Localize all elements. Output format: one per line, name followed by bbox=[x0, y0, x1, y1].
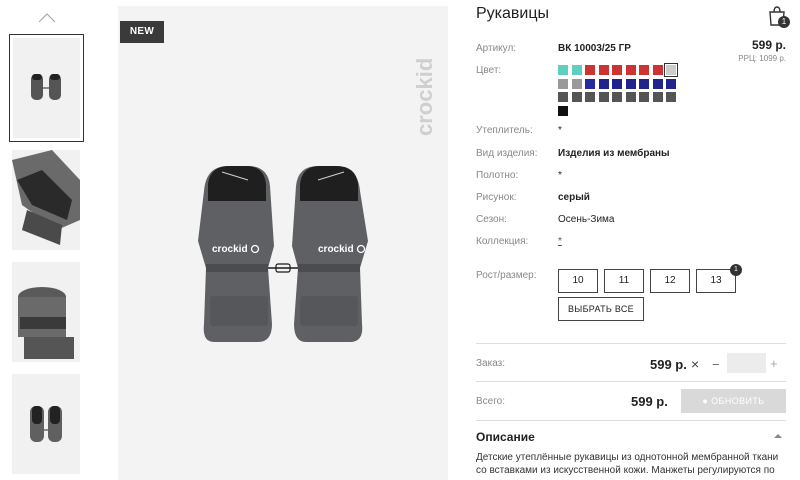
article-label: Артикул: bbox=[476, 43, 517, 54]
thumbnail-2[interactable] bbox=[12, 150, 80, 250]
mitten-cuff-image bbox=[12, 262, 80, 362]
season-label: Сезон: bbox=[476, 214, 507, 225]
collection-value[interactable]: * bbox=[558, 236, 562, 247]
product-title: Рукавицы bbox=[476, 5, 550, 22]
color-swatch[interactable] bbox=[585, 92, 595, 102]
color-swatch[interactable] bbox=[639, 92, 649, 102]
article-value: ВК 10003/25 ГР bbox=[558, 43, 631, 54]
description-title: Описание bbox=[476, 430, 535, 444]
season-value: Осень-Зима bbox=[558, 214, 615, 225]
color-swatch[interactable] bbox=[558, 65, 568, 75]
quantity-input[interactable] bbox=[727, 353, 766, 373]
color-swatch[interactable] bbox=[612, 65, 622, 75]
description-text: Детские утеплённые рукавицы из однотонно… bbox=[476, 452, 779, 476]
color-swatch[interactable] bbox=[666, 92, 676, 102]
color-swatch[interactable] bbox=[571, 65, 582, 75]
cart-icon: ● bbox=[702, 396, 709, 406]
color-swatch[interactable] bbox=[558, 92, 568, 102]
color-swatch[interactable] bbox=[598, 78, 609, 89]
select-all-button[interactable]: ВЫБРАТЬ ВСЕ bbox=[558, 297, 644, 321]
color-swatch[interactable] bbox=[612, 78, 622, 89]
color-swatch[interactable] bbox=[625, 78, 636, 89]
color-swatch[interactable] bbox=[558, 105, 568, 116]
insulation-label: Утеплитель: bbox=[476, 125, 533, 136]
svg-text:crockid: crockid bbox=[318, 244, 354, 255]
color-swatch[interactable] bbox=[652, 65, 663, 75]
mittens-back-image bbox=[12, 374, 80, 474]
fabric-value: * bbox=[558, 170, 562, 181]
insulation-value: * bbox=[558, 125, 562, 136]
increase-quantity-button[interactable]: + bbox=[770, 356, 778, 371]
divider bbox=[476, 381, 786, 382]
size-option[interactable]: 12 bbox=[650, 269, 690, 293]
color-swatch[interactable] bbox=[666, 78, 676, 89]
mittens-image: crockid crockid bbox=[198, 166, 368, 342]
update-button-label: ОБНОВИТЬ bbox=[711, 396, 765, 406]
thumbnail-gallery bbox=[0, 0, 90, 480]
size-option[interactable]: 11 bbox=[604, 269, 644, 293]
mitten-detail-image bbox=[12, 150, 80, 250]
fabric-label: Полотно: bbox=[476, 170, 519, 181]
color-swatch[interactable] bbox=[652, 92, 663, 102]
pattern-value: серый bbox=[558, 192, 590, 203]
order-label: Заказ: bbox=[476, 358, 506, 369]
order-price: 599 р. bbox=[650, 357, 687, 372]
collection-label: Коллекция: bbox=[476, 236, 529, 247]
color-swatch[interactable] bbox=[558, 78, 568, 89]
color-swatch[interactable] bbox=[625, 92, 636, 102]
decrease-quantity-button[interactable]: − bbox=[712, 357, 720, 372]
chevron-up-icon[interactable] bbox=[774, 432, 782, 440]
svg-text:crockid: crockid bbox=[212, 244, 248, 255]
price: 599 р. bbox=[751, 38, 786, 52]
color-swatch[interactable] bbox=[571, 92, 582, 102]
color-swatch[interactable] bbox=[598, 65, 609, 75]
divider bbox=[476, 420, 786, 421]
total-label: Всего: bbox=[476, 396, 505, 407]
thumbnail-3[interactable] bbox=[12, 262, 80, 362]
color-label: Цвет: bbox=[476, 65, 502, 76]
product-info-panel: Рукавицы 1 Артикул: ВК 10003/25 ГР 599 р… bbox=[476, 0, 790, 480]
size-option[interactable]: 10 bbox=[558, 269, 598, 293]
color-swatch[interactable] bbox=[571, 78, 582, 89]
color-swatch[interactable] bbox=[598, 92, 609, 102]
color-swatch[interactable] bbox=[585, 78, 595, 89]
remove-order-button[interactable]: × bbox=[691, 356, 699, 372]
color-swatch[interactable] bbox=[652, 78, 663, 89]
divider bbox=[476, 343, 786, 344]
color-swatch[interactable] bbox=[639, 78, 649, 89]
color-swatch[interactable] bbox=[585, 65, 595, 75]
kind-label: Вид изделия: bbox=[476, 148, 538, 159]
main-product-image[interactable]: NEW crockid crockid crockid bbox=[118, 6, 448, 480]
thumbnail-4[interactable] bbox=[12, 374, 80, 474]
color-swatch[interactable] bbox=[625, 65, 636, 75]
thumbnail-1[interactable] bbox=[9, 34, 84, 142]
kind-value: Изделия из мембраны bbox=[558, 148, 670, 159]
color-swatch[interactable] bbox=[612, 92, 622, 102]
color-swatch[interactable] bbox=[639, 65, 649, 75]
cart-count-badge: 1 bbox=[778, 16, 790, 28]
mittens-thumbnail-image bbox=[31, 74, 61, 100]
color-swatch[interactable] bbox=[664, 63, 678, 77]
chevron-up-icon[interactable] bbox=[37, 12, 57, 24]
pattern-label: Рисунок: bbox=[476, 192, 517, 203]
size-count-badge: 1 bbox=[730, 264, 742, 276]
rrp-price: РРЦ: 1099 р. bbox=[738, 54, 786, 63]
size-label: Рост/размер: bbox=[476, 270, 537, 281]
update-button[interactable]: ● ОБНОВИТЬ bbox=[681, 389, 786, 413]
total-price: 599 р. bbox=[631, 394, 668, 409]
